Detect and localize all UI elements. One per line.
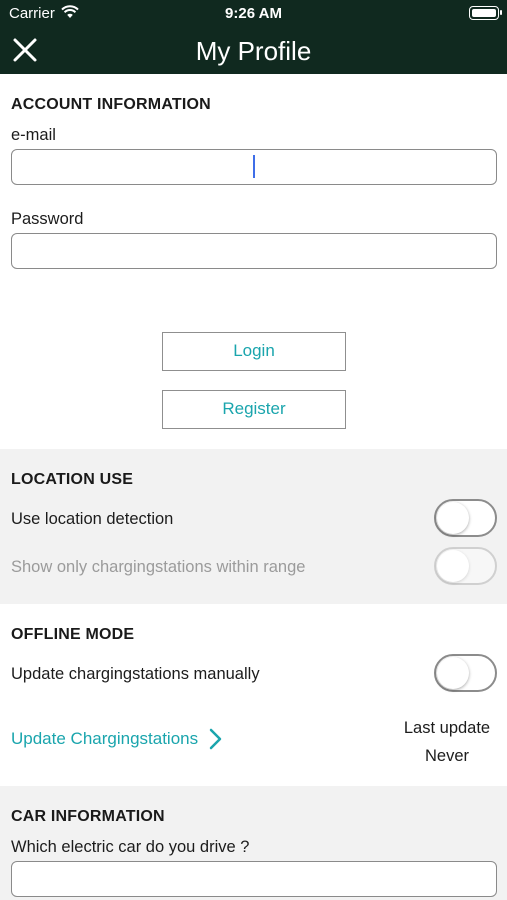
toggle-knob	[437, 502, 469, 534]
range-filter-toggle[interactable]	[434, 547, 497, 585]
last-update-info: Last update Never	[397, 714, 497, 770]
register-button[interactable]: Register	[162, 390, 346, 429]
chevron-right-icon	[209, 728, 222, 750]
car-field[interactable]	[11, 861, 497, 897]
last-update-label: Last update	[403, 719, 491, 737]
offline-section: OFFLINE MODE Update chargingstations man…	[0, 604, 507, 786]
update-chargingstations-link[interactable]: Update Chargingstations	[11, 728, 222, 750]
toggle-knob	[437, 657, 469, 689]
email-label: e-mail	[11, 126, 56, 144]
last-update-value: Never	[424, 747, 469, 765]
password-label: Password	[11, 210, 84, 228]
text-cursor	[253, 155, 255, 178]
car-question-label: Which electric car do you drive ?	[11, 838, 250, 856]
location-detection-toggle[interactable]	[434, 499, 497, 537]
status-bar: Carrier 9:26 AM	[0, 0, 507, 28]
car-heading: CAR INFORMATION	[11, 808, 165, 825]
page-title: My Profile	[195, 36, 312, 66]
location-detection-label: Use location detection	[11, 510, 174, 528]
location-heading: LOCATION USE	[11, 471, 134, 488]
login-button[interactable]: Login	[162, 332, 346, 371]
location-section: LOCATION USE Use location detection Show…	[0, 449, 507, 604]
offline-heading: OFFLINE MODE	[11, 626, 135, 643]
account-heading: ACCOUNT INFORMATION	[11, 96, 211, 113]
top-bar: Carrier 9:26 AM My Profile	[0, 0, 507, 74]
account-section: ACCOUNT INFORMATION e-mail Password Logi…	[0, 74, 507, 449]
toggle-knob	[437, 550, 469, 582]
nav-bar: My Profile	[0, 28, 507, 74]
car-section: CAR INFORMATION Which electric car do yo…	[0, 786, 507, 900]
manual-update-toggle[interactable]	[434, 654, 497, 692]
update-link-label: Update Chargingstations	[11, 729, 199, 748]
clock: 9:26 AM	[225, 5, 282, 22]
battery-icon	[469, 6, 502, 20]
manual-update-label: Update chargingstations manually	[11, 665, 260, 683]
range-filter-label: Show only chargingstations within range	[11, 558, 306, 576]
password-field[interactable]	[11, 233, 497, 269]
